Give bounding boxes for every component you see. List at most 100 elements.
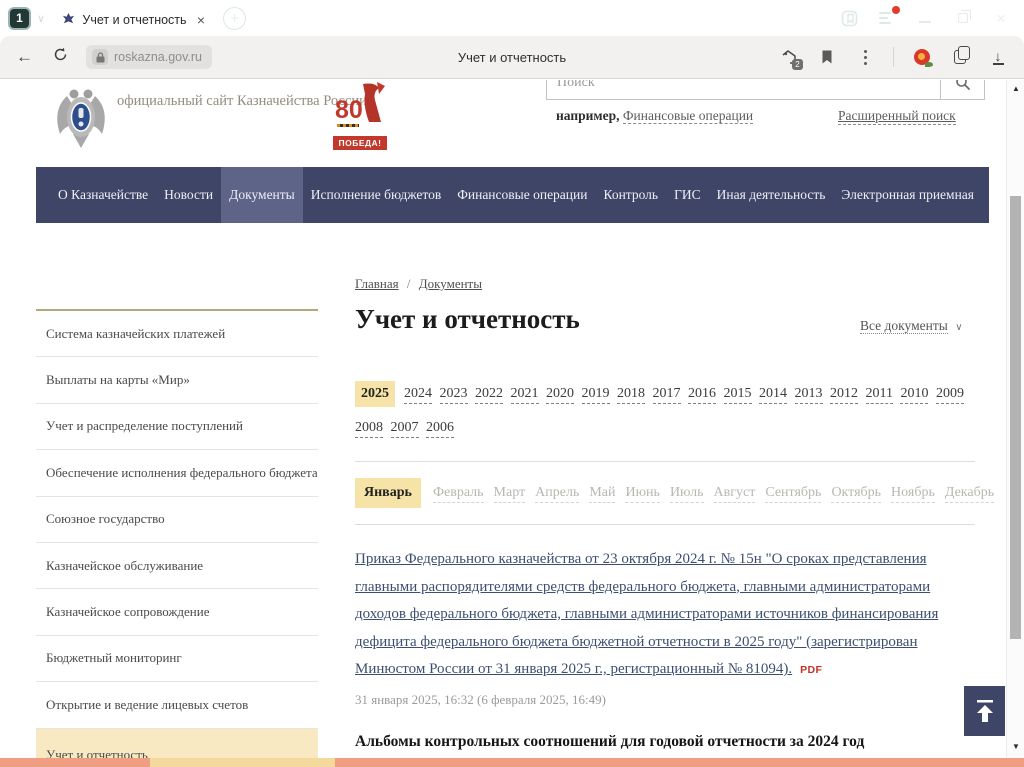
- bottom-strip: [0, 758, 1024, 767]
- window-restore-button[interactable]: [954, 9, 972, 27]
- advanced-search-link[interactable]: Расширенный поиск: [838, 108, 956, 125]
- victory-number: 80: [335, 96, 363, 124]
- year-filter-row-2: 2008 2007 2006: [355, 419, 985, 438]
- reload-button[interactable]: [53, 47, 68, 67]
- month-january[interactable]: Январь: [355, 478, 421, 508]
- year-2014[interactable]: 2014: [759, 385, 787, 404]
- sidebar-item-federal-budget[interactable]: Обеспечение исполнения федерального бюдж…: [36, 450, 318, 497]
- scrollbar-down-icon[interactable]: ▼: [1007, 742, 1024, 751]
- scrollbar-up-icon[interactable]: ▲: [1007, 84, 1024, 93]
- tab-groups-icon[interactable]: [950, 46, 970, 67]
- profile-avatar[interactable]: [912, 47, 933, 67]
- search-input[interactable]: [547, 80, 940, 99]
- sidebar-item-personal-accounts[interactable]: Открытие и ведение лицевых счетов: [36, 682, 318, 729]
- tab-title: Учет и отчетность: [82, 12, 187, 27]
- year-2007[interactable]: 2007: [390, 419, 419, 438]
- tab-list-chevron-icon[interactable]: ∨: [37, 12, 45, 25]
- year-2015[interactable]: 2015: [723, 385, 752, 404]
- all-documents-dropdown[interactable]: Все документы ∨: [860, 318, 963, 334]
- month-november: Ноябрь: [891, 484, 935, 503]
- nav-item-e-reception[interactable]: Электронная приемная: [833, 167, 982, 223]
- window-minimize-button[interactable]: [916, 9, 934, 27]
- scrollbar-thumb[interactable]: [1010, 196, 1021, 639]
- nav-item-control[interactable]: Контроль: [595, 167, 666, 223]
- year-2016[interactable]: 2016: [688, 385, 716, 404]
- notification-dot: [892, 6, 900, 14]
- nav-item-financial-operations[interactable]: Финансовые операции: [449, 167, 595, 223]
- nav-item-gis[interactable]: ГИС: [666, 167, 709, 223]
- browser-toolbar: ← roskazna.gov.ru Учет и отчетность 2 ↓: [0, 36, 1024, 79]
- year-2010[interactable]: 2010: [900, 385, 929, 404]
- nav-item-documents[interactable]: Документы: [221, 167, 303, 223]
- example-link[interactable]: Финансовые операции: [622, 108, 754, 124]
- back-button[interactable]: ←: [16, 47, 33, 67]
- scroll-to-top-button[interactable]: [964, 686, 1005, 736]
- chevron-down-icon: ∨: [955, 322, 963, 333]
- year-2022[interactable]: 2022: [475, 385, 503, 404]
- divider-line: [355, 461, 975, 462]
- sidebar-item-treasury-payments[interactable]: Система казначейских платежей: [36, 311, 318, 358]
- nav-item-news[interactable]: Новости: [156, 167, 221, 223]
- sidebar-item-mir-cards[interactable]: Выплаты на карты «Мир»: [36, 357, 318, 404]
- sidebar-menu: Система казначейских платежей Выплаты на…: [36, 309, 318, 767]
- browser-menu-icon[interactable]: [878, 6, 900, 27]
- lock-icon[interactable]: [92, 49, 108, 65]
- site-search: [546, 80, 985, 100]
- year-2021[interactable]: 2021: [510, 385, 539, 404]
- bookmark-icon[interactable]: [817, 47, 837, 67]
- page-scrollbar[interactable]: ▲ ▼: [1006, 80, 1024, 767]
- month-march: Март: [493, 484, 526, 503]
- tab-counter-button[interactable]: 1: [8, 6, 31, 30]
- month-december: Декабрь: [944, 484, 995, 503]
- year-2018[interactable]: 2018: [617, 385, 645, 404]
- sidebar-item-treasury-support[interactable]: Казначейское сопровождение: [36, 589, 318, 636]
- breadcrumb-documents-link[interactable]: Документы: [419, 276, 482, 291]
- month-may: Май: [589, 484, 616, 503]
- year-2025[interactable]: 2025: [355, 381, 395, 407]
- url-pill[interactable]: roskazna.gov.ru: [86, 45, 213, 69]
- tab-close-icon[interactable]: ×: [197, 12, 205, 28]
- year-2020[interactable]: 2020: [546, 385, 574, 404]
- side-panel-icon[interactable]: [840, 9, 858, 27]
- treasury-emblem-logo: [57, 89, 105, 148]
- year-2019[interactable]: 2019: [581, 385, 610, 404]
- search-example: например, Финансовые операции: [556, 108, 754, 124]
- year-2012[interactable]: 2012: [830, 385, 858, 404]
- collections-icon[interactable]: 2: [779, 47, 803, 70]
- nav-item-budget-execution[interactable]: Исполнение бюджетов: [303, 167, 449, 223]
- year-2013[interactable]: 2013: [794, 385, 823, 404]
- year-2009[interactable]: 2009: [935, 385, 964, 404]
- nav-item-about[interactable]: О Казначействе: [50, 167, 156, 223]
- sidebar-item-receipts[interactable]: Учет и распределение поступлений: [36, 404, 318, 451]
- sidebar-item-treasury-service[interactable]: Казначейское обслуживание: [36, 543, 318, 590]
- month-october: Октябрь: [831, 484, 882, 503]
- year-2006[interactable]: 2006: [426, 419, 454, 438]
- page-viewport: официальный сайт Казначейства России 80 …: [0, 80, 1024, 767]
- arrow-up-icon: [976, 700, 993, 722]
- document-link[interactable]: Приказ Федерального казначейства от 23 о…: [355, 551, 938, 677]
- new-tab-button[interactable]: +: [223, 6, 247, 30]
- month-june: Июнь: [625, 484, 660, 503]
- nav-item-other-activity[interactable]: Иная деятельность: [709, 167, 834, 223]
- search-icon: [955, 80, 970, 90]
- site-tagline: официальный сайт Казначейства России: [117, 93, 367, 109]
- year-2024[interactable]: 2024: [404, 385, 432, 404]
- breadcrumb-home-link[interactable]: Главная: [355, 276, 399, 291]
- toolbar-menu-icon[interactable]: [855, 47, 875, 67]
- bottom-strip-patch: [150, 758, 335, 767]
- year-2017[interactable]: 2017: [652, 385, 681, 404]
- pdf-badge[interactable]: PDF: [800, 664, 822, 676]
- sidebar-item-union-state[interactable]: Союзное государство: [36, 497, 318, 543]
- year-2008[interactable]: 2008: [355, 419, 383, 438]
- year-2023[interactable]: 2023: [439, 385, 468, 404]
- year-2011[interactable]: 2011: [865, 385, 893, 404]
- month-september: Сентябрь: [765, 484, 822, 503]
- document-date: 31 января 2025, 16:32 (6 февраля 2025, 1…: [355, 692, 606, 707]
- downloads-icon[interactable]: ↓: [988, 47, 1008, 67]
- year-filter-row-1: 2025 2024 2023 2022 2021 2020 2019 2018 …: [355, 381, 985, 407]
- collections-count-badge: 2: [792, 59, 803, 70]
- search-button[interactable]: [940, 80, 984, 99]
- window-close-button[interactable]: ×: [992, 9, 1010, 27]
- active-tab[interactable]: Учет и отчетность ×: [53, 5, 214, 34]
- sidebar-item-budget-monitoring[interactable]: Бюджетный мониторинг: [36, 636, 318, 683]
